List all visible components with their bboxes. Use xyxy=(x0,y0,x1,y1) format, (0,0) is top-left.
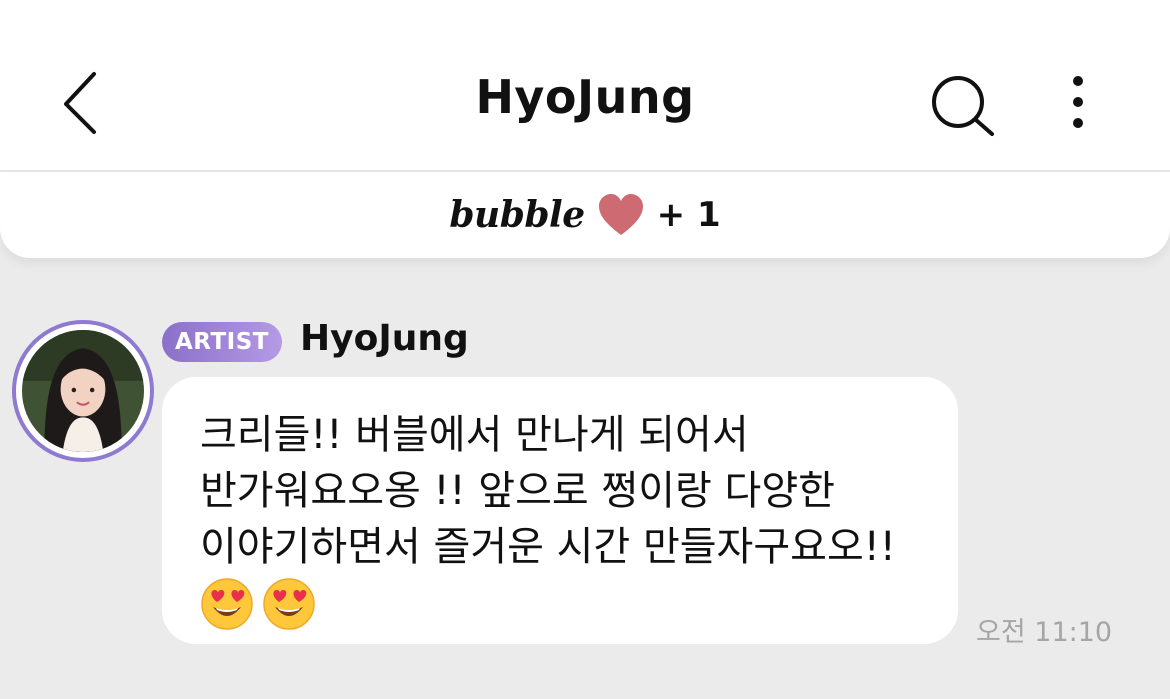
more-vertical-icon xyxy=(1073,76,1083,128)
message-bubble[interactable]: 크리들!! 버블에서 만나게 되어서 반가워요오옹 !! 앞으로 쩡이랑 다양한… xyxy=(162,377,958,644)
artist-badge: ARTIST xyxy=(162,322,282,362)
bubble-brand-text: bubble xyxy=(449,194,585,236)
heart-eyes-emoji xyxy=(263,578,315,630)
promo-content: bubble + 1 xyxy=(449,193,721,237)
top-bar: HyoJung xyxy=(0,0,1170,170)
sender-name[interactable]: HyoJung xyxy=(300,318,469,359)
message-text: 크리들!! 버블에서 만나게 되어서 반가워요오옹 !! 앞으로 쩡이랑 다양한… xyxy=(200,407,928,575)
search-icon xyxy=(932,76,994,136)
search-button[interactable] xyxy=(926,70,998,142)
message-line-2: 반가워요오옹 !! 앞으로 쩡이랑 다양한 xyxy=(200,468,835,514)
avatar-image xyxy=(22,330,144,452)
promo-plus-count: + 1 xyxy=(656,195,721,235)
heart-eyes-emoji xyxy=(201,578,253,630)
chat-title: HyoJung xyxy=(475,70,695,124)
artist-avatar[interactable] xyxy=(12,320,154,462)
emoji-row xyxy=(200,577,928,631)
more-options-button[interactable] xyxy=(1060,72,1096,134)
heart-icon xyxy=(598,194,643,235)
message-line-1: 크리들!! 버블에서 만나게 되어서 xyxy=(200,412,749,458)
bubble-promo-banner[interactable]: bubble + 1 xyxy=(0,172,1170,258)
message-timestamp: 오전 11:10 xyxy=(976,617,1113,648)
message-line-3: 이야기하면서 즐거운 시간 만들자구요오!! xyxy=(200,524,896,570)
